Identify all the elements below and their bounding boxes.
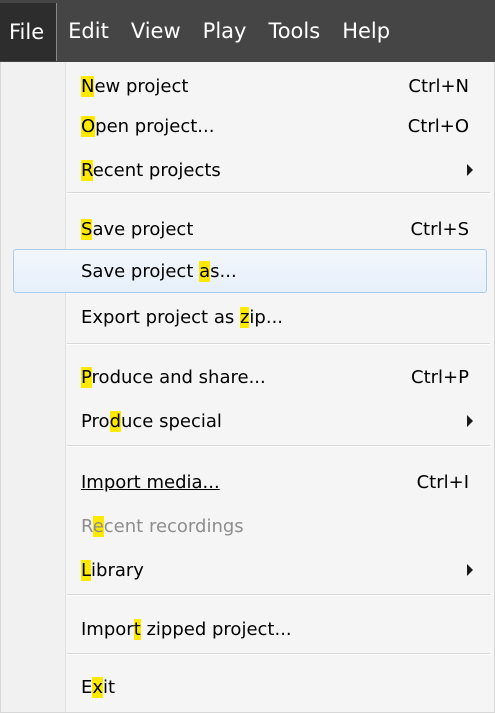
shortcut-label: Ctrl+I [416,471,469,493]
menu-item-label: Open project... [81,115,215,137]
menu-help[interactable]: Help [331,0,401,62]
menu-item-export-project-zip[interactable]: Export project as zip... [1,293,494,341]
menu-bar: File Edit View Play Tools Help [0,0,495,62]
shortcut-label: Ctrl+P [411,366,469,388]
menu-separator [67,594,490,596]
menu-item-exit[interactable]: Exit [1,663,494,711]
shortcut-label: Ctrl+N [408,75,469,97]
menu-separator [67,343,490,345]
menu-item-label: Exit [81,676,116,698]
menu-edit[interactable]: Edit [57,0,120,62]
menu-item-label: Produce special [81,410,222,432]
menu-separator [67,653,490,655]
menu-view[interactable]: View [120,0,192,62]
menu-item-recent-projects[interactable]: Recent projects [1,146,494,194]
menu-item-produce-and-share[interactable]: Produce and share... Ctrl+P [1,353,494,401]
menu-item-library[interactable]: Library [1,546,494,594]
menu-play[interactable]: Play [192,0,258,62]
menu-item-import-media[interactable]: Import media... Ctrl+I [1,458,494,506]
menu-separator [67,445,490,447]
menu-item-label: Recent recordings [81,515,244,537]
menu-item-label: Save project as... [81,260,237,282]
menu-item-produce-special[interactable]: Produce special [1,397,494,445]
menu-item-label: New project [81,75,189,97]
menu-item-label: Save project [81,218,194,240]
menu-item-import-zipped-project[interactable]: Import zipped project... [1,605,494,653]
shortcut-label: Ctrl+S [410,218,469,240]
menu-separator [67,192,490,194]
menu-item-save-project-as[interactable]: Save project as... [13,249,487,293]
menu-tools[interactable]: Tools [257,0,331,62]
shortcut-label: Ctrl+O [407,115,469,137]
menu-item-label: Produce and share... [81,366,266,388]
menu-item-label: Import zipped project... [81,618,292,640]
menu-item-label: Export project as zip... [81,306,284,328]
menu-item-label: Library [81,559,144,581]
menu-file[interactable]: File [0,3,58,61]
menu-item-label: Recent projects [81,159,221,181]
menu-item-label: Import media... [81,471,220,493]
menu-item-open-project[interactable]: Open project... Ctrl+O [1,102,494,150]
submenu-arrow-icon [467,164,473,176]
submenu-arrow-icon [467,564,473,576]
menu-item-recent-recordings: Recent recordings [1,502,494,550]
submenu-arrow-icon [467,415,473,427]
menu-item-save-project[interactable]: Save project Ctrl+S [1,205,494,253]
file-menu-dropdown: New project Ctrl+N Open project... Ctrl+… [0,62,495,713]
